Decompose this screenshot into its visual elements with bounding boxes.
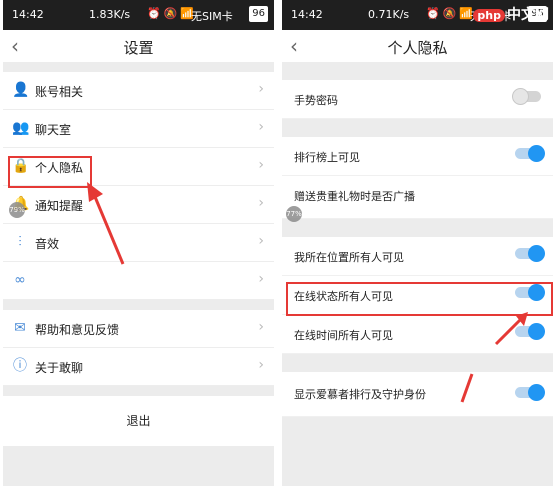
chevron-right-icon: › <box>258 357 264 373</box>
logout-button[interactable]: 退出 <box>3 412 274 429</box>
menu-item-label: 关于敢聊 <box>35 361 84 375</box>
info-icon: ⓘ <box>13 358 27 374</box>
status-carrier: 无SIM卡 <box>191 10 233 23</box>
menu-item-label: 账号相关 <box>35 85 84 99</box>
chevron-right-icon: › <box>258 319 264 335</box>
logout-area: 退出 <box>3 396 274 446</box>
page-title: 设置 <box>123 39 154 57</box>
status-time: 14:42 <box>12 8 44 21</box>
status-icons: ⏰🔕📶 <box>147 7 198 20</box>
toggle-switch[interactable] <box>515 384 545 401</box>
setting-label: 在线时间所有人可见 <box>294 329 393 342</box>
menu-item-label: 通知提醒 <box>35 199 84 213</box>
privacy-screen: 14:42 0.71K/s ⏰🔕📶 无SIM卡 95 php中文网 ‹ 个人隐私… <box>282 0 553 486</box>
menu-item-unlabeled[interactable]: ∞ › <box>3 262 274 300</box>
battery-level: 96 <box>249 6 268 22</box>
title-bar: ‹ 设置 <box>3 30 274 62</box>
toggle-switch[interactable] <box>515 245 545 262</box>
setting-gift-broadcast: 赠送贵重礼物时是否广播 <box>282 176 553 219</box>
status-bar: 14:42 0.71K/s ⏰🔕📶 无SIM卡 95 php中文网 <box>282 0 553 30</box>
users-icon: 👥 <box>12 120 30 136</box>
menu-item-chatroom[interactable]: 👥 聊天室 › <box>3 110 274 148</box>
chevron-right-icon: › <box>258 233 264 249</box>
menu-item-help[interactable]: ✉ 帮助和意见反馈 › <box>3 310 274 348</box>
link-icon: ∞ <box>14 272 26 288</box>
status-network-speed: 0.71K/s <box>368 8 410 21</box>
status-icons: ⏰🔕📶 <box>426 7 477 20</box>
toggle-switch[interactable] <box>515 145 545 162</box>
setting-gesture-password: 手势密码 <box>282 80 553 119</box>
mail-icon: ✉ <box>14 320 26 336</box>
chevron-right-icon: › <box>258 81 264 97</box>
menu-item-sound[interactable]: ⫶ 音效 › <box>3 224 274 262</box>
toggle-switch[interactable] <box>512 88 541 105</box>
floating-bubble[interactable]: 79% <box>9 202 25 218</box>
annotation-arrow <box>460 373 474 403</box>
equalizer-icon: ⫶ <box>18 234 22 250</box>
watermark: php 中文网 <box>473 4 549 24</box>
chevron-right-icon: › <box>258 195 264 211</box>
floating-bubble[interactable]: 77% <box>286 206 302 222</box>
annotation-highlight-privacy <box>8 156 92 188</box>
status-bar: 14:42 1.83K/s ⏰🔕📶 无SIM卡 96 <box>3 0 274 30</box>
status-time: 14:42 <box>291 8 323 21</box>
settings-screen: 14:42 1.83K/s ⏰🔕📶 无SIM卡 96 ‹ 设置 👤 账号相关 ›… <box>3 0 274 486</box>
setting-label: 我所在位置所有人可见 <box>294 251 404 264</box>
page-title: 个人隐私 <box>387 39 448 57</box>
menu-item-label: 音效 <box>35 237 60 251</box>
setting-label: 赠送贵重礼物时是否广播 <box>294 190 415 203</box>
menu-item-account[interactable]: 👤 账号相关 › <box>3 72 274 110</box>
status-network-speed: 1.83K/s <box>89 8 131 21</box>
setting-label: 手势密码 <box>294 94 338 107</box>
annotation-arrow <box>494 312 528 346</box>
setting-leaderboard-visible: 排行榜上可见 <box>282 137 553 176</box>
menu-item-about[interactable]: ⓘ 关于敢聊 › <box>3 348 274 386</box>
title-bar: ‹ 个人隐私 <box>282 30 553 62</box>
chevron-right-icon: › <box>258 119 264 135</box>
chevron-right-icon: › <box>258 157 264 173</box>
chevron-right-icon: › <box>258 271 264 287</box>
setting-label: 排行榜上可见 <box>294 151 360 164</box>
setting-admirer-ranking: 显示爱慕者排行及守护身份 <box>282 372 553 417</box>
menu-item-label: 聊天室 <box>35 123 72 137</box>
user-icon: 👤 <box>12 82 30 98</box>
menu-item-label: 帮助和意见反馈 <box>35 323 120 337</box>
setting-location-visible: 我所在位置所有人可见 <box>282 237 553 276</box>
setting-label: 显示爱慕者排行及守护身份 <box>294 388 426 401</box>
annotation-arrow <box>87 182 125 265</box>
menu-item-notifications[interactable]: 🔔 通知提醒 › <box>3 186 274 224</box>
